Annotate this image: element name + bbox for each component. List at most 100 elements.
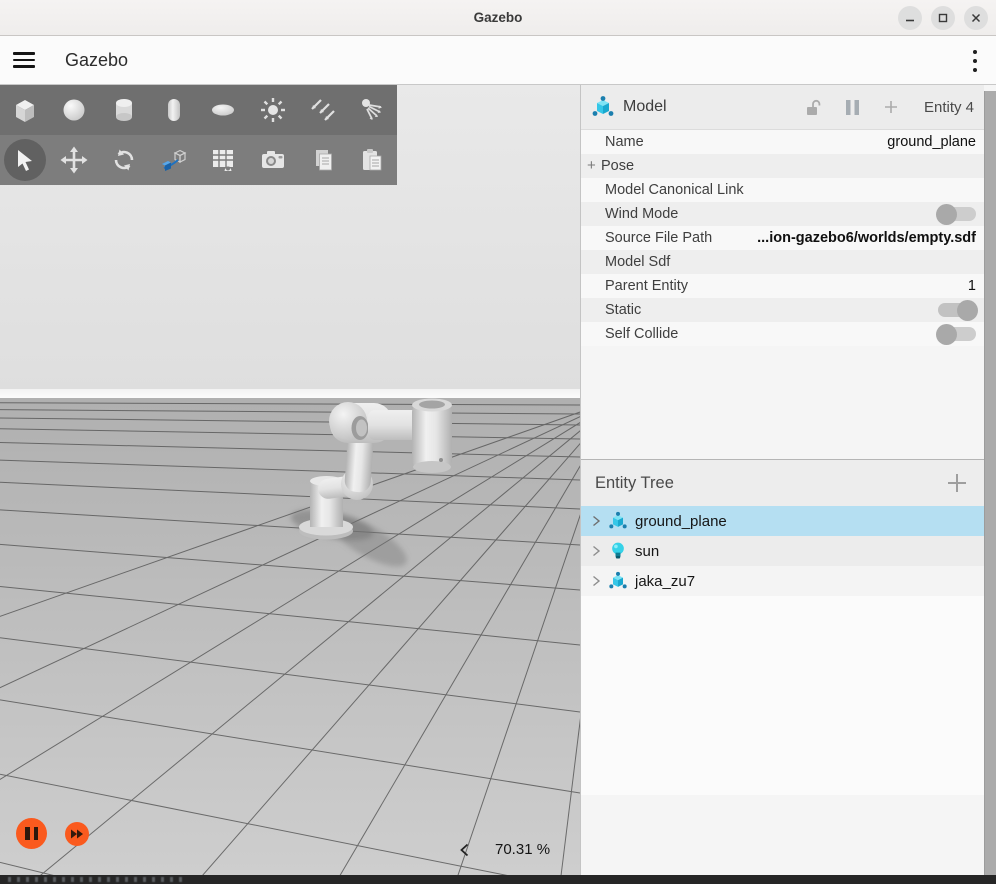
model-icon [608,571,628,591]
rotate-mode-button[interactable] [99,135,149,185]
grid-lines [0,398,580,875]
static-toggle[interactable] [938,303,976,317]
sphere-button[interactable] [50,85,100,135]
close-icon [970,12,982,24]
box-icon [10,95,40,125]
capsule-icon [159,95,189,125]
directional-light-button[interactable] [298,85,348,135]
align-tool-icon [159,145,189,175]
view-angle-button[interactable] [199,135,249,185]
inspector-row-name[interactable]: Name ground_plane [581,130,984,154]
hamburger-menu-button[interactable] [13,52,35,68]
titlebar[interactable]: Gazebo [0,0,996,36]
translate-mode-button[interactable] [50,135,100,185]
minimize-icon [904,12,916,24]
inspector-row-model-sdf[interactable]: Model Sdf [581,250,984,274]
wind-mode-toggle[interactable] [938,207,976,221]
translate-icon [59,145,89,175]
cylinder-icon [109,95,139,125]
tree-item-sun[interactable]: sun [581,536,984,566]
source-file-value: ...ion-gazebo6/worlds/empty.sdf [757,230,976,246]
robot-arm[interactable] [299,399,452,540]
point-light-button[interactable] [248,85,298,135]
entity-tree-header: Entity Tree [581,460,984,506]
self-collide-toggle[interactable] [938,327,976,341]
menubar: Gazebo [0,36,996,85]
statusbar [0,875,996,884]
component-inspector: Model Entity 4 [581,85,984,459]
chevron-right-icon[interactable] [591,515,601,527]
expand-icon[interactable]: + [587,157,596,174]
toolbar [0,85,397,185]
entity-tree-title: Entity Tree [595,474,674,493]
select-arrow-icon [12,147,38,173]
inspector-header: Model Entity 4 [581,85,984,130]
directional-light-icon [308,95,338,125]
window-title: Gazebo [474,10,523,25]
paste-button[interactable] [347,135,397,185]
light-icon [608,541,628,561]
spot-light-button[interactable] [347,85,397,135]
inspector-row-canonical-link[interactable]: Model Canonical Link [581,178,984,202]
sphere-icon [59,95,89,125]
speed-control: 70.31 % [460,841,550,858]
maximize-icon [937,12,949,24]
model-icon [591,95,615,119]
box-button[interactable] [0,85,50,135]
statusbar-text-fragment [8,877,188,882]
robot-shadow [288,504,413,576]
options-menu-button[interactable] [972,50,978,72]
rotate-icon [110,146,138,174]
chevron-right-icon[interactable] [591,545,601,557]
fast-forward-button[interactable] [65,822,89,846]
inspector-row-static[interactable]: Static [581,298,984,322]
name-value: ground_plane [887,134,976,150]
ellipsoid-icon [208,95,238,125]
capsule-button[interactable] [149,85,199,135]
close-button[interactable] [964,6,988,30]
align-tool-button[interactable] [149,135,199,185]
inspector-row-pose[interactable]: + Pose [581,154,984,178]
speed-decrease-icon[interactable] [460,843,469,857]
minimize-button[interactable] [898,6,922,30]
panel-scrollbar[interactable] [984,91,996,875]
inspector-empty-area [581,346,984,459]
entity-tree-add-icon[interactable] [946,472,968,494]
scene-render [0,85,580,875]
tree-item-jaka-zu7[interactable]: jaka_zu7 [581,566,984,596]
pause-icon [25,827,30,840]
right-panel: Model Entity 4 [580,85,996,875]
entity-label: Entity 4 [924,99,974,116]
select-mode-button[interactable] [0,135,50,185]
maximize-button[interactable] [931,6,955,30]
pause-button[interactable] [16,818,47,849]
scene-viewport[interactable]: 70.31 % [0,85,580,875]
view-angle-icon [208,145,238,175]
inspector-add-icon[interactable] [884,100,898,114]
fast-forward-icon [70,829,84,839]
inspector-row-parent-entity[interactable]: Parent Entity 1 [581,274,984,298]
copy-icon [309,146,337,174]
tree-item-ground-plane[interactable]: ground_plane [581,506,984,536]
point-light-icon [258,95,288,125]
ellipsoid-button[interactable] [199,85,249,135]
inspector-row-wind-mode[interactable]: Wind Mode [581,202,984,226]
unlock-icon[interactable] [805,99,821,116]
inspector-row-source-file[interactable]: Source File Path ...ion-gazebo6/worlds/e… [581,226,984,250]
copy-button[interactable] [298,135,348,185]
gazebo-window: Gazebo Gazebo [0,0,996,884]
window-controls [898,6,988,30]
paste-icon [358,146,386,174]
entity-tree-panel: Entity Tree ground_plane [581,460,984,795]
model-icon [608,511,628,531]
inspector-title: Model [623,98,667,116]
toolbar-shapes-row [0,85,397,135]
speed-value[interactable]: 70.31 % [495,841,550,858]
chevron-right-icon[interactable] [591,575,601,587]
inspector-row-self-collide[interactable]: Self Collide [581,322,984,346]
screenshot-button[interactable] [248,135,298,185]
parent-entity-value: 1 [968,278,976,294]
cylinder-button[interactable] [99,85,149,135]
entity-tree-body: ground_plane sun [581,506,984,795]
inspector-pause-icon[interactable] [845,99,860,116]
